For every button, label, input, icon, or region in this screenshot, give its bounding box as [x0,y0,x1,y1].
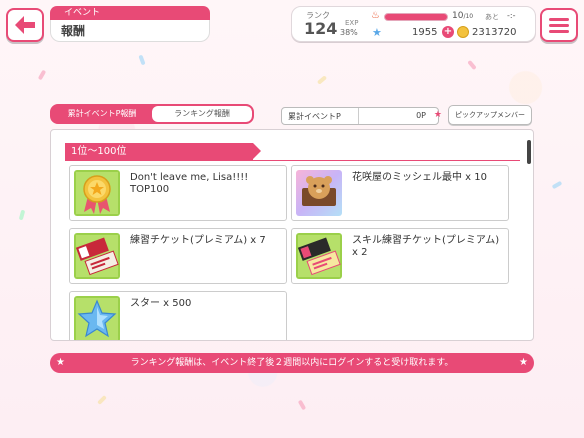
notice-text: ランキング報酬は、イベント終了後２週間以内にログインすると受け取れます。 [130,358,454,368]
notice-bar: ★ ランキング報酬は、イベント終了後２週間以内にログインすると受け取れます。 ★ [50,353,534,373]
gem-count: 1955 [412,27,438,38]
premium-practice-ticket-icon [74,233,120,279]
reward-name: スキル練習チケット(プレミアム) x 2 [352,235,500,258]
reward-name: 練習チケット(プレミアム) x 7 [130,235,266,246]
menu-icon-line [549,29,569,33]
menu-icon-line [549,23,569,27]
tab-cumulative-points[interactable]: 累計イベントP報酬 [52,106,152,122]
pink-star-icon: ★ [433,110,442,120]
back-arrow-icon [15,16,35,34]
coin-count: 2313720 [472,27,517,38]
recover-label: あと [485,13,499,21]
page-title: イベント 報酬 [50,6,210,42]
skill-practice-ticket-icon [296,233,342,279]
scrollbar-thumb[interactable] [527,140,531,164]
divider [358,108,359,124]
stamina-max: /10 [463,13,474,20]
stamina-value: 10 [452,11,464,21]
page-category: イベント [50,6,210,20]
exp-label: EXP [345,19,359,27]
add-gems-button[interactable]: + [442,26,454,38]
medal-icon [74,170,120,216]
reward-tabs: 累計イベントP報酬 ランキング報酬 [50,104,254,124]
exp-percent: 38% [340,28,358,37]
flame-icon: ♨ [371,10,380,21]
michelle-monaka-icon [296,170,342,216]
reward-name: スター x 500 [130,298,192,309]
star-icon: ★ [56,357,65,368]
page-title-text: 報酬 [50,20,210,42]
reward-item[interactable]: Don't leave me, Lisa!!!! TOP100 [69,165,287,221]
divider [65,160,520,161]
scrollbar[interactable] [527,140,531,330]
reward-name: 花咲屋のミッシェル最中 x 10 [352,172,487,183]
event-points-label: 累計イベントP [288,112,341,121]
reward-name: Don't leave me, Lisa!!!! TOP100 [130,172,249,195]
event-points-value: 0P [416,111,426,120]
menu-button[interactable] [540,8,578,42]
stamina-fill [385,14,447,20]
reward-item[interactable]: 花咲屋のミッシェル最中 x 10 [291,165,509,221]
coin-icon [457,26,469,38]
player-status-panel: ランク 124 EXP 38% ★ ♨ 10/10 あと -:- 1955 + … [291,6,536,42]
tab-ranking[interactable]: ランキング報酬 [152,106,252,122]
star-icon: ★ [519,357,528,368]
stamina-text: 10/10 [452,11,473,21]
pickup-members-button[interactable]: ピックアップメンバー [448,105,532,125]
reward-list-panel[interactable]: 1位〜100位 Don't leave me, Lisa!!!! TOP100 [50,129,534,341]
star-icon: ★ [372,26,382,39]
back-button[interactable] [6,8,44,42]
reward-item[interactable]: スター x 500 [69,291,287,340]
reward-item[interactable]: 練習チケット(プレミアム) x 7 [69,228,287,284]
reward-item[interactable]: スキル練習チケット(プレミアム) x 2 [291,228,509,284]
star-icon [74,296,120,340]
rank-value: 124 [304,19,338,38]
menu-icon-line [549,17,569,21]
rank-range-header: 1位〜100位 [65,143,261,160]
recover-time: -:- [507,11,516,20]
event-points-display: 累計イベントP 0P ★ [281,107,442,125]
stamina-bar [384,13,448,21]
